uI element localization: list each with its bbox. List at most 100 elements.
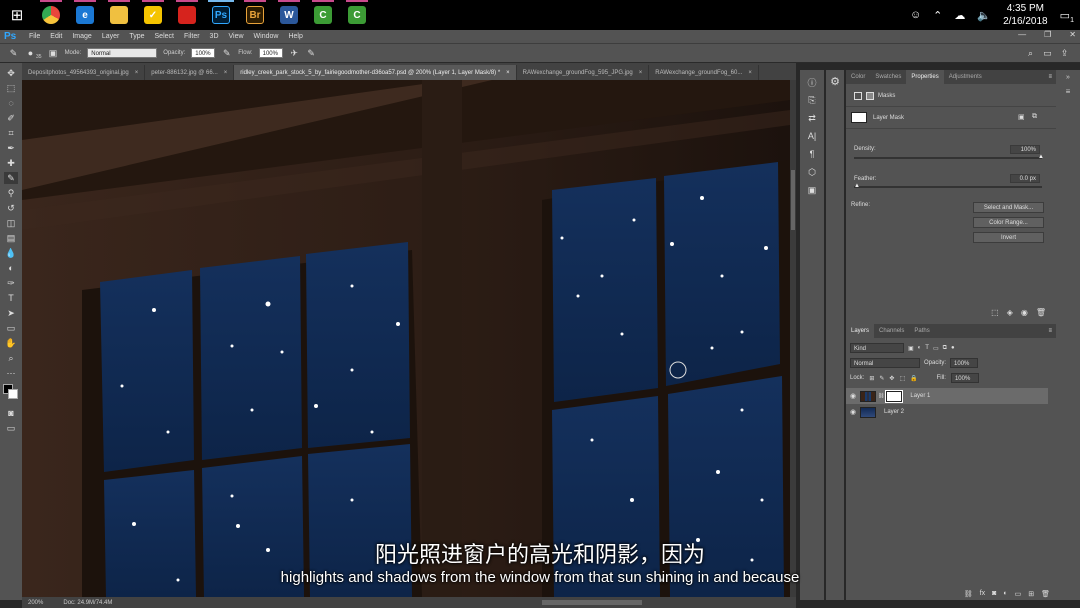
- document-tab[interactable]: RAWexchange_groundFog_595_JPG.jpg ×: [517, 65, 650, 80]
- lasso-tool-icon[interactable]: ◌: [4, 97, 18, 109]
- taskbar-app-word[interactable]: W: [272, 0, 306, 30]
- blur-tool-icon[interactable]: 💧: [4, 247, 18, 259]
- taskbar-app-app-red[interactable]: [170, 0, 204, 30]
- lock-position-icon[interactable]: ✥: [889, 375, 894, 382]
- mask-link-icon[interactable]: ⛓: [878, 393, 884, 399]
- paragraph-icon[interactable]: ¶: [805, 148, 819, 160]
- character-icon[interactable]: A|: [805, 130, 819, 142]
- adjustment-layer-icon[interactable]: ◐: [1003, 590, 1007, 598]
- close-icon[interactable]: ✕: [1069, 30, 1076, 39]
- screen-mode-icon[interactable]: ▭: [4, 422, 18, 434]
- delete-layer-icon[interactable]: 🗑: [1041, 590, 1050, 598]
- menu-file[interactable]: File: [24, 33, 45, 40]
- tab-properties[interactable]: Properties: [906, 70, 944, 84]
- 3d-icon[interactable]: ⬡: [805, 166, 819, 178]
- taskbar-app-camtasia-recorder[interactable]: C: [340, 0, 374, 30]
- volume-icon[interactable]: 🔈: [977, 9, 991, 22]
- feather-slider[interactable]: [854, 186, 1042, 188]
- enable-mask-icon[interactable]: ⧉: [1032, 113, 1037, 121]
- document-tab[interactable]: Depositphotos_49564393_original.jpg ×: [22, 65, 146, 80]
- windows-start-button[interactable]: ⊞: [0, 0, 34, 30]
- link-layers-icon[interactable]: ⛓: [964, 590, 973, 598]
- horizontal-scrollbar[interactable]: [542, 600, 642, 605]
- gradient-tool-icon[interactable]: ▤: [4, 232, 18, 244]
- taskbar-app-file-explorer[interactable]: [102, 0, 136, 30]
- shape-tool-icon[interactable]: ▭: [4, 322, 18, 334]
- menu-image[interactable]: Image: [67, 33, 96, 40]
- pen-tool-icon[interactable]: ✑: [4, 277, 18, 289]
- zoom-level[interactable]: 200%: [28, 600, 43, 606]
- canvas-scrollbar[interactable]: [790, 80, 796, 597]
- panel-menu-icon[interactable]: ≡: [1048, 328, 1052, 334]
- select-and-mask-button[interactable]: Select and Mask...: [973, 202, 1044, 213]
- notification-icon[interactable]: ▭ 1: [1060, 9, 1074, 24]
- density-value[interactable]: 100%: [1010, 145, 1040, 154]
- apply-mask-icon[interactable]: ▣: [1018, 113, 1025, 121]
- panel-menu-icon[interactable]: ≡: [1048, 74, 1052, 80]
- hand-tool-icon[interactable]: ✋: [4, 337, 18, 349]
- taskbar-app-edge[interactable]: e: [68, 0, 102, 30]
- healing-brush-tool-icon[interactable]: ✚: [4, 157, 18, 169]
- cloud-icon[interactable]: ☁: [954, 9, 965, 22]
- info-icon[interactable]: ⓘ: [805, 76, 819, 88]
- filter-smart-icon[interactable]: ⧉: [943, 345, 947, 352]
- visibility-icon[interactable]: ◉: [1021, 308, 1028, 317]
- density-slider[interactable]: [854, 157, 1042, 159]
- menu-3d[interactable]: 3D: [205, 33, 224, 40]
- taskbar-app-chrome[interactable]: [34, 0, 68, 30]
- eyedropper-tool-icon[interactable]: ✒: [4, 142, 18, 154]
- airbrush-icon[interactable]: ✈: [289, 48, 300, 59]
- document-canvas[interactable]: [22, 80, 790, 597]
- workspace-icon[interactable]: ▭: [1042, 48, 1053, 59]
- filter-shape-icon[interactable]: ▭: [933, 345, 939, 352]
- feather-value[interactable]: 0.0 px: [1010, 174, 1040, 183]
- image-panel-icon[interactable]: ▣: [805, 184, 819, 196]
- kind-filter-select[interactable]: Kind: [850, 343, 904, 353]
- layer-row[interactable]: ◉ ⛓ Layer 1: [846, 388, 1048, 404]
- menu-edit[interactable]: Edit: [45, 33, 67, 40]
- pressure-size-icon[interactable]: ✎: [306, 48, 317, 59]
- type-tool-icon[interactable]: T: [4, 292, 18, 304]
- minimize-icon[interactable]: —: [1018, 30, 1026, 39]
- quick-select-tool-icon[interactable]: ✐: [4, 112, 18, 124]
- tab-layers[interactable]: Layers: [846, 324, 875, 338]
- layer-mask-thumbnail[interactable]: [885, 389, 904, 403]
- menu-view[interactable]: View: [224, 33, 249, 40]
- lock-all-icon[interactable]: 🔒: [910, 375, 917, 382]
- taskbar-app-bridge[interactable]: Br: [238, 0, 272, 30]
- settings-gear-icon[interactable]: ⚙: [826, 75, 844, 88]
- new-layer-icon[interactable]: ⊞: [1028, 590, 1034, 598]
- eraser-tool-icon[interactable]: ◫: [4, 217, 18, 229]
- brush-tool-icon[interactable]: ✎: [8, 48, 19, 59]
- blend-mode-select[interactable]: Normal: [850, 358, 920, 368]
- close-tab-icon[interactable]: ×: [639, 70, 643, 76]
- layer-visibility-icon[interactable]: ◉: [846, 392, 860, 400]
- load-selection-icon[interactable]: ⬚: [991, 308, 999, 317]
- tab-channels[interactable]: Channels: [874, 324, 909, 338]
- layer-visibility-icon[interactable]: ◉: [846, 408, 860, 416]
- invert-button[interactable]: Invert: [973, 232, 1044, 243]
- pressure-opacity-icon[interactable]: ✎: [221, 48, 232, 59]
- menu-filter[interactable]: Filter: [179, 33, 205, 40]
- marquee-tool-icon[interactable]: ⬚: [4, 82, 18, 94]
- filter-toggle-icon[interactable]: ●: [951, 345, 955, 351]
- filter-adjust-icon[interactable]: ◐: [918, 345, 922, 351]
- mode-select[interactable]: Normal: [87, 48, 158, 58]
- taskbar-app-camtasia[interactable]: C: [306, 0, 340, 30]
- density-slider-knob[interactable]: ▲: [1038, 154, 1044, 160]
- maximize-icon[interactable]: ❐: [1044, 30, 1051, 39]
- menu-window[interactable]: Window: [249, 33, 284, 40]
- menu-help[interactable]: Help: [283, 33, 307, 40]
- lock-transparent-icon[interactable]: ⊞: [869, 375, 874, 382]
- menu-layer[interactable]: Layer: [97, 33, 125, 40]
- clock[interactable]: 4:35 PM 2/16/2018: [1003, 2, 1048, 28]
- close-tab-icon[interactable]: ×: [506, 70, 510, 76]
- filter-pixel-icon[interactable]: ▣: [908, 345, 914, 352]
- zoom-tool-icon[interactable]: ⌕: [4, 352, 18, 364]
- crop-tool-icon[interactable]: ⌗: [4, 127, 18, 139]
- history-brush-tool-icon[interactable]: ↺: [4, 202, 18, 214]
- people-icon[interactable]: ☺: [910, 9, 921, 21]
- fx-icon[interactable]: fx: [980, 590, 985, 598]
- dodge-tool-icon[interactable]: ◐: [4, 262, 18, 274]
- close-tab-icon[interactable]: ×: [224, 70, 228, 76]
